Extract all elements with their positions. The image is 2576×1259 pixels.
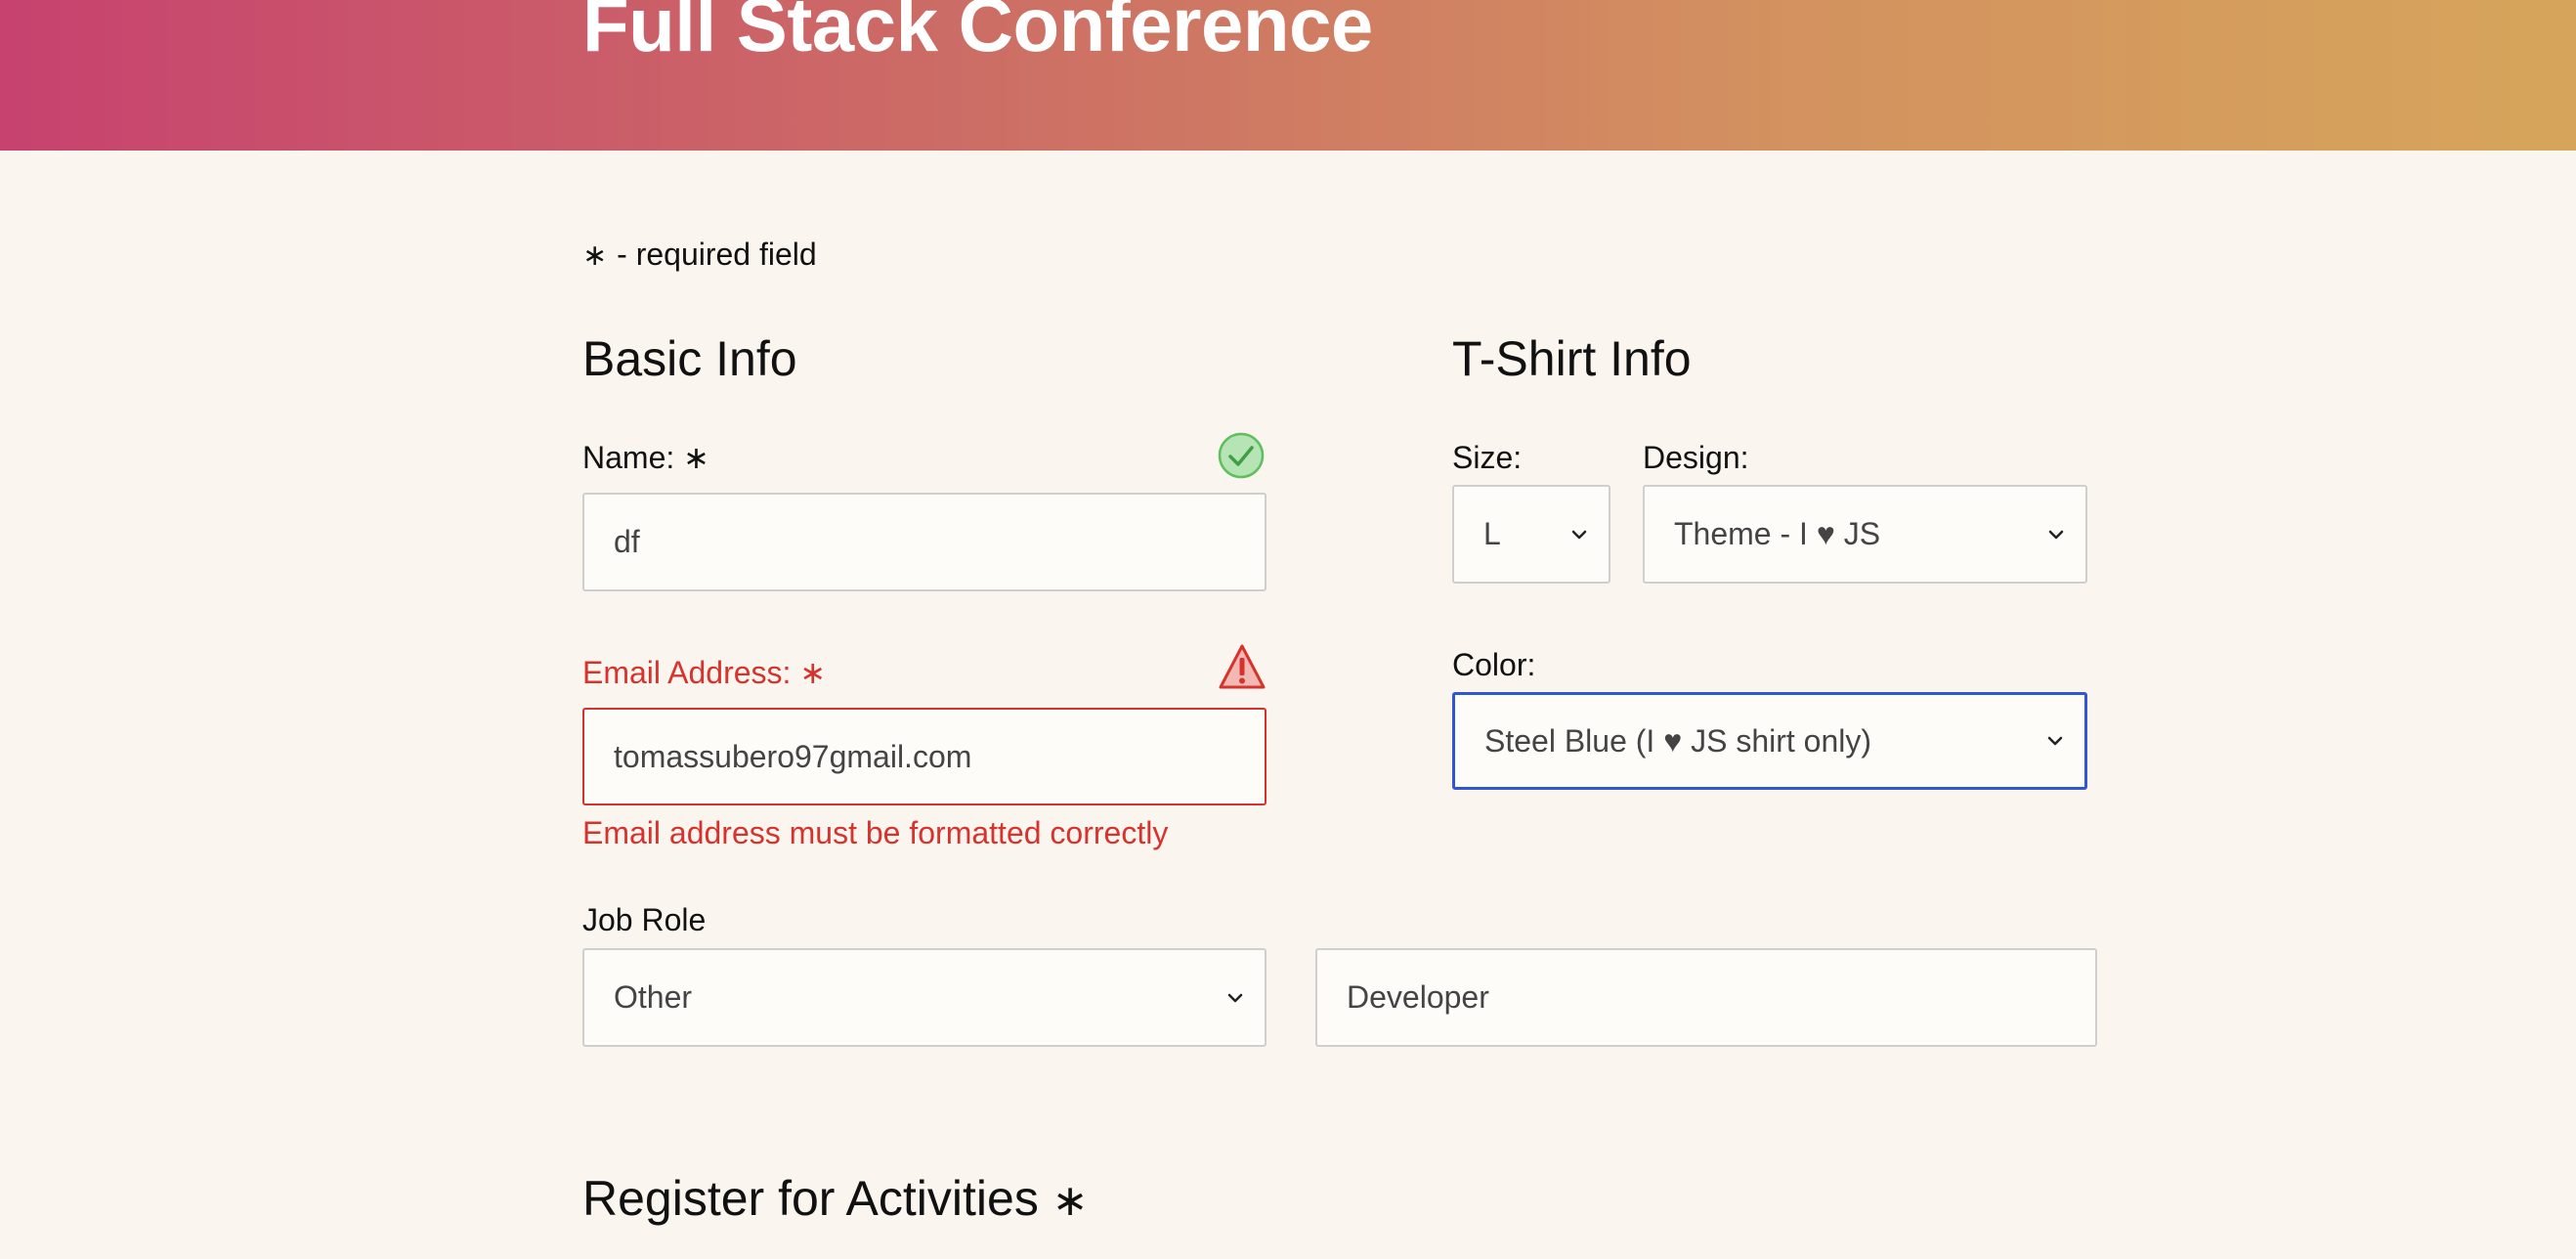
- job-role-selected: Other: [614, 979, 693, 1015]
- name-label-text: Name:: [582, 440, 675, 475]
- email-label: Email Address: ∗: [582, 657, 826, 688]
- other-job-role-input[interactable]: Developer: [1315, 948, 2097, 1047]
- design-selected: Theme - I ♥ JS: [1674, 516, 1881, 551]
- email-input[interactable]: tomassubero97gmail.com: [582, 708, 1267, 805]
- email-error-message: Email address must be formatted correctl…: [582, 815, 1169, 850]
- page-header: Full Stack Conference: [0, 0, 2576, 151]
- size-label: Size:: [1452, 440, 1523, 475]
- color-selected: Steel Blue (I ♥ JS shirt only): [1484, 722, 1872, 759]
- size-selected: L: [1483, 516, 1501, 551]
- required-field-note: ∗ - required field: [582, 237, 817, 273]
- email-required-mark: ∗: [799, 655, 827, 690]
- design-select[interactable]: Theme - I ♥ JS: [1643, 485, 2087, 584]
- name-label: Name: ∗: [582, 442, 709, 473]
- basic-info-heading: Basic Info: [582, 331, 797, 386]
- design-label: Design:: [1643, 440, 1749, 475]
- chevron-down-icon: [1227, 990, 1243, 1006]
- color-select[interactable]: Steel Blue (I ♥ JS shirt only): [1452, 692, 2087, 790]
- activities-required-mark: ∗: [1052, 1177, 1089, 1225]
- name-required-mark: ∗: [683, 440, 709, 475]
- color-label: Color:: [1452, 647, 1536, 682]
- size-select[interactable]: L: [1452, 485, 1610, 584]
- chevron-down-icon: [2048, 527, 2064, 543]
- activities-heading: Register for Activities ∗: [582, 1174, 1089, 1223]
- email-input-value: tomassubero97gmail.com: [614, 738, 972, 774]
- activities-heading-text: Register for Activities: [582, 1171, 1039, 1226]
- page-title: Full Stack Conference: [582, 0, 1373, 67]
- required-star: ∗: [582, 239, 608, 272]
- name-input[interactable]: df: [582, 493, 1267, 591]
- email-label-text: Email Address:: [582, 655, 792, 690]
- name-input-value: df: [614, 524, 640, 559]
- chevron-down-icon: [1571, 527, 1587, 543]
- chevron-down-icon: [2047, 733, 2063, 749]
- job-role-select[interactable]: Other: [582, 948, 1267, 1047]
- check-circle-icon: [1218, 432, 1265, 479]
- required-note-text: - required field: [617, 237, 817, 272]
- other-job-role-value: Developer: [1347, 979, 1489, 1015]
- tshirt-info-heading: T-Shirt Info: [1452, 331, 1692, 386]
- job-role-label: Job Role: [582, 902, 707, 937]
- warning-triangle-icon: [1218, 643, 1267, 690]
